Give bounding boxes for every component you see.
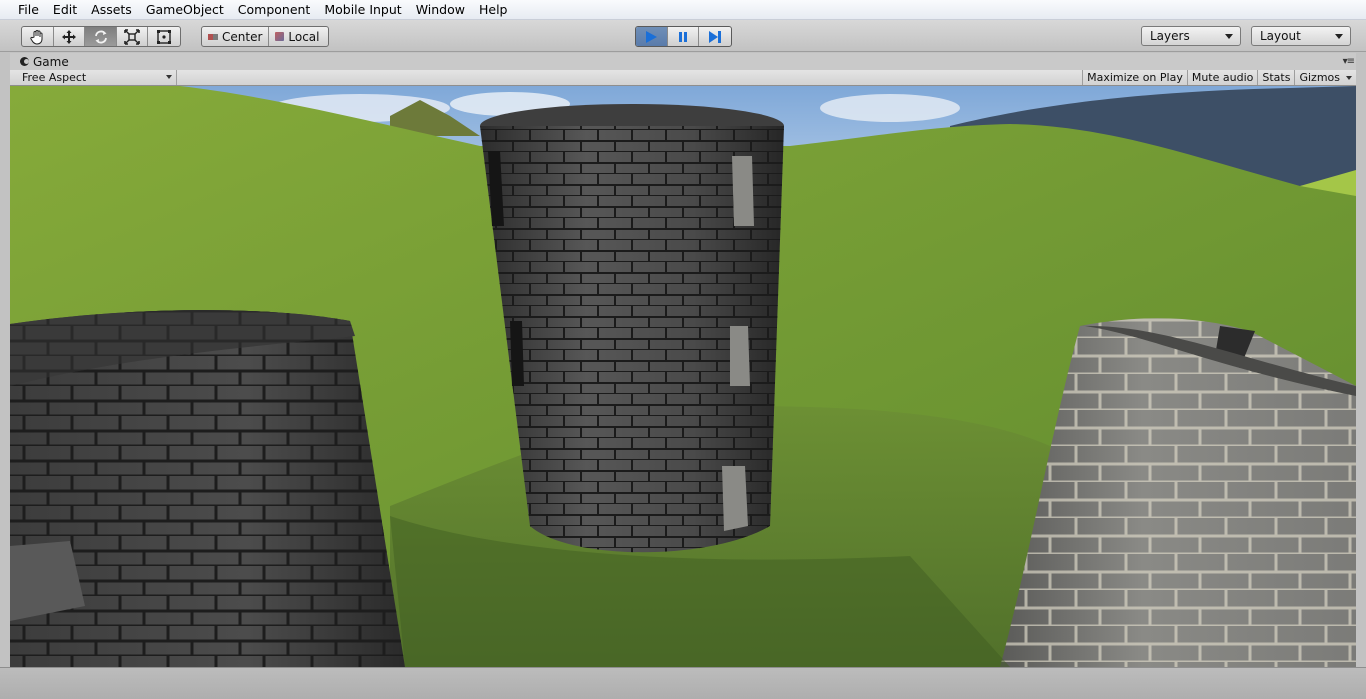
gizmos-dropdown[interactable]: Gizmos (1294, 70, 1356, 85)
space-label: Local (288, 29, 320, 44)
aspect-label: Free Aspect (22, 71, 87, 84)
tab-game[interactable]: Game (10, 53, 77, 70)
local-cube-icon (275, 32, 285, 41)
scale-tool-button[interactable] (117, 27, 149, 46)
menu-help[interactable]: Help (472, 0, 515, 20)
menu-edit[interactable]: Edit (46, 0, 84, 20)
menu-bar: File Edit Assets GameObject Component Mo… (0, 0, 1366, 20)
tab-game-label: Game (33, 54, 69, 69)
step-button[interactable] (699, 27, 731, 46)
game-control-bar: Free Aspect Maximize on Play Mute audio … (10, 70, 1356, 86)
rect-icon (157, 29, 172, 44)
menu-component[interactable]: Component (231, 0, 318, 20)
menu-window[interactable]: Window (409, 0, 472, 20)
pivot-local-button[interactable]: Local (269, 27, 325, 46)
stats-toggle[interactable]: Stats (1257, 70, 1294, 85)
chevron-down-icon (1346, 76, 1352, 80)
play-button[interactable] (636, 27, 668, 46)
layers-dropdown[interactable]: Layers (1141, 26, 1241, 46)
rect-tool-button[interactable] (148, 27, 180, 46)
status-bar (0, 667, 1366, 699)
transform-tools (21, 26, 181, 47)
pivot-icon (208, 33, 218, 40)
game-view-options: Maximize on Play Mute audio Stats Gizmos (1082, 70, 1356, 85)
window-edge (1356, 52, 1366, 667)
scale-icon (124, 28, 140, 45)
menu-file[interactable]: File (11, 0, 46, 20)
rotate-tool-button[interactable] (85, 27, 117, 46)
pacman-game-icon (20, 57, 29, 66)
layers-label: Layers (1150, 29, 1190, 43)
game-tab-bar: Game ▾≡ (10, 53, 1356, 70)
main-toolbar: Center Local Layers Layout (0, 20, 1366, 52)
move-tool-button[interactable] (54, 27, 86, 46)
window-edge (0, 52, 10, 667)
game-viewport[interactable] (10, 86, 1356, 667)
center-tower (480, 104, 784, 553)
menu-mobile-input[interactable]: Mobile Input (317, 0, 408, 20)
play-controls (635, 26, 732, 47)
chevron-down-icon (1335, 34, 1343, 39)
mute-audio-toggle[interactable]: Mute audio (1186, 70, 1258, 85)
pivot-center-button[interactable]: Center (202, 27, 270, 46)
layout-label: Layout (1260, 29, 1301, 43)
hand-tool-button[interactable] (22, 27, 54, 46)
panel-menu-icon[interactable]: ▾≡ (1343, 56, 1355, 67)
pivot-toggles: Center Local (201, 26, 329, 47)
pivot-label: Center (222, 29, 263, 44)
layout-dropdown[interactable]: Layout (1251, 26, 1351, 46)
left-tower (10, 310, 405, 667)
pause-button[interactable] (668, 27, 700, 46)
chevron-down-icon (166, 75, 172, 79)
pause-icon (679, 31, 687, 42)
chevron-down-icon (1225, 34, 1233, 39)
move-arrows-icon (61, 29, 76, 44)
step-icon (709, 30, 722, 43)
game-scene (10, 86, 1356, 667)
aspect-dropdown[interactable]: Free Aspect (10, 70, 177, 85)
hand-icon (30, 29, 43, 45)
maximize-on-play-toggle[interactable]: Maximize on Play (1082, 70, 1187, 85)
play-icon (646, 30, 658, 43)
menu-assets[interactable]: Assets (84, 0, 139, 20)
menu-gameobject[interactable]: GameObject (139, 0, 231, 20)
rotate-icon (94, 30, 107, 43)
gizmos-label: Gizmos (1299, 71, 1340, 84)
